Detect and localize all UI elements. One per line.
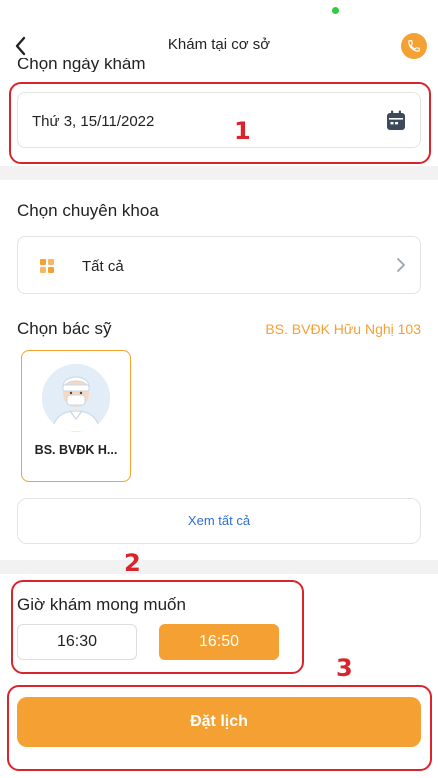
doctor-name: BS. BVĐK H...: [34, 443, 118, 457]
page-title: Khám tại cơ sở: [167, 36, 271, 53]
section-divider: [0, 560, 438, 574]
chevron-right-icon: [397, 258, 405, 272]
specialty-section-title: Chọn chuyên khoa: [17, 201, 159, 220]
doctor-card[interactable]: BS. BVĐK H...: [21, 350, 131, 482]
avatar: [42, 364, 110, 432]
annotation-number-2: 2: [124, 549, 141, 577]
see-all-button[interactable]: Xem tất cả: [17, 498, 421, 544]
annotation-box-3: [7, 685, 432, 771]
status-indicator-dot: [332, 7, 339, 14]
annotation-number-3: 3: [336, 654, 353, 682]
specialty-value: Tất cả: [82, 258, 124, 275]
section-divider: [0, 166, 438, 180]
call-button[interactable]: [401, 33, 427, 59]
annotation-number-1: 1: [234, 117, 251, 145]
phone-icon: [408, 40, 420, 52]
annotation-box-1: [9, 82, 431, 164]
annotation-box-2: [11, 580, 304, 674]
grid-icon: [40, 259, 54, 273]
doctor-avatar-icon: [42, 364, 110, 432]
doctor-section-title: Chọn bác sỹ: [17, 319, 112, 338]
specialty-selector[interactable]: Tất cả: [17, 236, 421, 294]
selected-doctor-link[interactable]: BS. BVĐK Hữu Nghị 103: [265, 321, 421, 337]
date-section-title: Chọn ngày khám: [17, 58, 146, 72]
